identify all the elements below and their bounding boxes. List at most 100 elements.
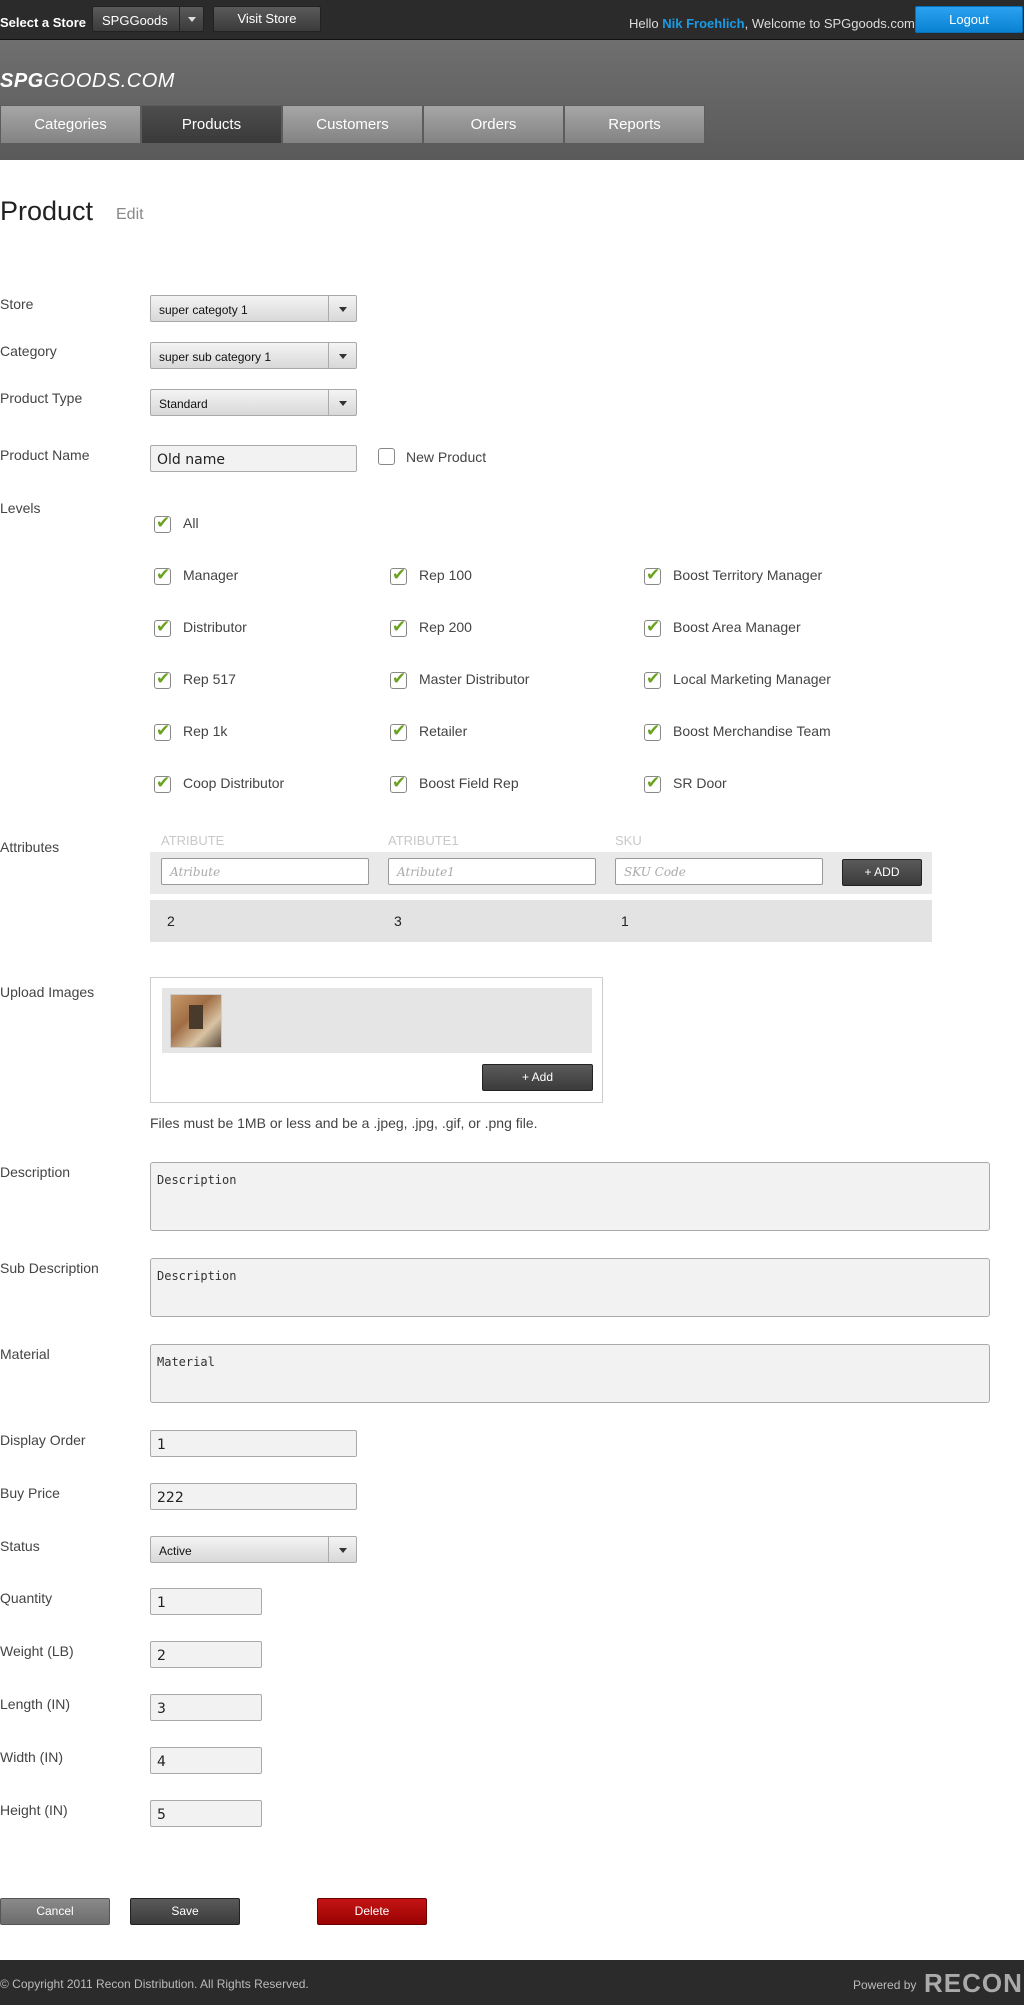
attribute1-value: 3 [394,913,402,929]
category-label: Category [0,343,57,359]
level-checkbox[interactable] [644,721,661,741]
attribute-value: 2 [167,913,175,929]
site-footer: © Copyright 2011 Recon Distribution. All… [0,1960,1024,2005]
level-checkbox[interactable] [154,617,171,637]
delete-button[interactable]: Delete [317,1898,427,1925]
level-label: Boost Area Manager [673,619,801,635]
tab-products[interactable]: Products [141,105,282,144]
logout-button[interactable]: Logout [915,6,1023,33]
tab-customers[interactable]: Customers [282,105,423,144]
product-type-dropdown[interactable]: Standard [150,389,357,416]
save-button[interactable]: Save [130,1898,240,1925]
welcome-suffix: , Welcome to SPGgoods.com [744,16,915,31]
status-value: Active [159,1544,192,1558]
attribute-input[interactable]: Atribute [161,858,369,885]
level-all-checkbox[interactable] [154,513,171,533]
level-checkbox[interactable] [154,773,171,793]
cancel-button[interactable]: Cancel [0,1898,110,1925]
sku-code-input[interactable]: SKU Code [615,858,823,885]
level-checkbox[interactable] [644,669,661,689]
level-checkbox[interactable] [154,721,171,741]
upload-images-label: Upload Images [0,984,95,1000]
user-name-link[interactable]: Nik Froehlich [662,16,744,31]
product-name-input[interactable]: Old name [150,445,357,472]
site-logo[interactable]: SPGGOODS.COM [0,70,175,93]
main-nav: Categories Products Customers Orders Rep… [0,105,705,145]
status-dropdown[interactable]: Active [150,1536,357,1563]
level-checkbox[interactable] [390,773,407,793]
attribute-data-row: 2 3 1 [150,900,932,942]
upload-images-box: + Add [150,977,603,1103]
status-label: Status [0,1538,40,1554]
length-label: Length (IN) [0,1696,71,1712]
product-type-value: Standard [159,397,208,411]
level-label: Rep 1k [183,723,228,739]
visit-store-button[interactable]: Visit Store [213,6,321,32]
attribute1-col-header: ATRIBUTE1 [388,833,459,848]
height-label: Height (IN) [0,1802,68,1818]
level-label: Rep 517 [183,671,236,687]
level-label: Rep 100 [419,567,472,583]
category-dropdown[interactable]: super sub category 1 [150,342,357,369]
top-bar: Select a Store SPGGoods Visit Store Hell… [0,0,1024,40]
level-label: SR Door [673,775,727,791]
store-select-value: SPGGoods [102,13,168,28]
chevron-down-icon [328,1537,356,1562]
tab-orders[interactable]: Orders [423,105,564,144]
display-order-input[interactable]: 1 [150,1430,357,1457]
level-checkbox[interactable] [644,565,661,585]
category-dropdown-value: super sub category 1 [159,350,272,364]
level-label: Retailer [419,723,468,739]
attributes-label: Attributes [0,839,60,855]
height-input[interactable]: 5 [150,1800,262,1827]
level-checkbox[interactable] [390,669,407,689]
store-select[interactable]: SPGGoods [92,6,204,32]
tab-categories[interactable]: Categories [0,105,141,144]
material-label: Material [0,1346,50,1362]
logo-rest: GOODS.COM [43,70,175,92]
product-image-thumbnail[interactable] [170,994,222,1048]
page-subtitle: Edit [116,206,144,223]
level-checkbox[interactable] [154,669,171,689]
level-label: Local Marketing Manager [673,671,831,687]
product-type-label: Product Type [0,390,83,406]
quantity-input[interactable]: 1 [150,1588,262,1615]
level-label: Rep 200 [419,619,472,635]
add-image-button[interactable]: + Add [482,1064,593,1091]
width-label: Width (IN) [0,1749,63,1765]
chevron-down-icon [179,7,203,31]
powered-by-label: Powered by [853,1978,917,1992]
weight-input[interactable]: 2 [150,1641,262,1668]
buy-price-input[interactable]: 222 [150,1483,357,1510]
level-label: Boost Field Rep [419,775,519,791]
attribute1-input[interactable]: Atribute1 [388,858,596,885]
level-checkbox[interactable] [644,773,661,793]
levels-label: Levels [0,500,41,516]
hello-prefix: Hello [629,16,659,31]
new-product-checkbox[interactable] [378,448,395,465]
level-checkbox[interactable] [390,617,407,637]
new-product-label: New Product [406,449,487,465]
copyright-text: © Copyright 2011 Recon Distribution. All… [0,1977,309,1991]
sub-description-textarea[interactable]: Description [150,1258,990,1317]
width-input[interactable]: 4 [150,1747,262,1774]
buy-price-label: Buy Price [0,1485,60,1501]
length-input[interactable]: 3 [150,1694,262,1721]
level-checkbox[interactable] [154,565,171,585]
image-thumbnail-strip [162,988,592,1053]
level-checkbox[interactable] [390,565,407,585]
level-label: Boost Territory Manager [673,567,823,583]
store-dropdown[interactable]: super categoty 1 [150,295,357,322]
store-dropdown-value: super categoty 1 [159,303,248,317]
recon-logo[interactable]: RECON [924,1968,1023,1999]
description-textarea[interactable]: Description [150,1162,990,1231]
level-checkbox[interactable] [644,617,661,637]
level-checkbox[interactable] [390,721,407,741]
level-all-label: All [183,515,199,531]
sku-value: 1 [621,913,629,929]
add-attribute-button[interactable]: + ADD [842,859,922,886]
tab-reports[interactable]: Reports [564,105,705,144]
level-label: Manager [183,567,239,583]
material-textarea[interactable]: Material [150,1344,990,1403]
chevron-down-icon [328,343,356,368]
